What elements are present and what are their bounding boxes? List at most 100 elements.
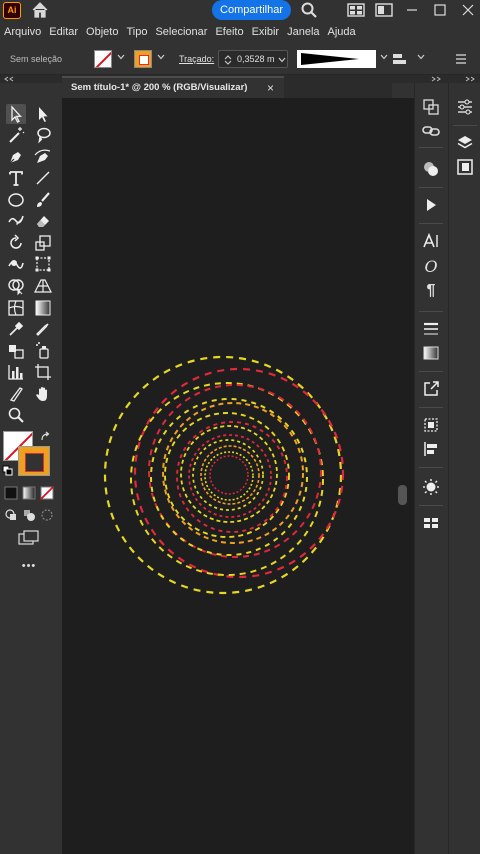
draw-normal-icon[interactable] — [4, 508, 18, 522]
pen-tool-icon[interactable] — [6, 147, 26, 167]
draw-behind-icon[interactable] — [22, 508, 36, 522]
measure-icon[interactable] — [33, 319, 53, 339]
eraser-icon[interactable] — [33, 211, 53, 231]
minimize-icon[interactable] — [402, 1, 422, 19]
stroke-weight-value[interactable]: 0,3528 m — [237, 54, 275, 64]
export-panel-icon[interactable] — [421, 379, 441, 399]
workspace-icon[interactable] — [374, 1, 394, 19]
type-tool-icon[interactable] — [6, 168, 26, 188]
vertical-scrollbar[interactable] — [392, 98, 414, 854]
libraries-panel-icon[interactable] — [455, 157, 475, 177]
edit-toolbar-icon[interactable]: ••• — [18, 560, 40, 572]
stroke-panel-icon[interactable] — [421, 319, 441, 339]
align-panel-icon[interactable] — [421, 439, 441, 459]
line-tool-icon[interactable] — [33, 168, 53, 188]
stroke-color-swatch[interactable] — [134, 50, 152, 68]
menu-tipo[interactable]: Tipo — [122, 22, 151, 42]
scrollbar-thumb[interactable] — [398, 485, 407, 505]
stepper-arrows-icon[interactable] — [223, 54, 233, 66]
free-transform-icon[interactable] — [33, 254, 53, 274]
slice-tool-icon[interactable] — [6, 384, 26, 404]
menu-editar[interactable]: Editar — [45, 22, 82, 42]
document-tab[interactable]: Sem título-1* @ 200 % (RGB/Visualizar) × — [62, 76, 284, 98]
opentype-panel-icon[interactable]: O — [421, 257, 441, 277]
paragraph-panel-icon[interactable]: ¶ — [421, 281, 441, 301]
direct-selection-tool-icon[interactable] — [33, 104, 53, 124]
close-tab-icon[interactable]: × — [267, 81, 274, 95]
dashed-spiral-artwork[interactable] — [62, 98, 392, 854]
eyedropper-icon[interactable] — [6, 319, 26, 339]
chevron-down-icon[interactable] — [117, 54, 125, 60]
stroke-color-large-swatch[interactable] — [18, 446, 50, 476]
menu-ajuda[interactable]: Ajuda — [324, 22, 360, 42]
actions-play-icon[interactable] — [421, 195, 441, 215]
brushes-panel-icon[interactable] — [421, 477, 441, 497]
shaper-tool-icon[interactable] — [6, 211, 26, 231]
rotate-tool-icon[interactable] — [6, 233, 26, 253]
collapse-arrows-icon[interactable] — [3, 76, 15, 82]
screen-mode-icon[interactable] — [18, 530, 40, 546]
hand-tool-icon[interactable] — [33, 384, 53, 404]
character-panel-icon[interactable] — [421, 231, 441, 251]
menu-objeto[interactable]: Objeto — [82, 22, 122, 42]
selection-tool-icon[interactable] — [6, 104, 26, 124]
chevron-down-icon[interactable] — [380, 54, 388, 60]
expand-arrows-icon[interactable] — [430, 76, 442, 82]
swap-colors-icon[interactable] — [40, 431, 52, 443]
fill-color-swatch[interactable] — [94, 50, 112, 68]
perspective-grid-icon[interactable] — [33, 276, 53, 296]
ellipse-tool-icon[interactable] — [6, 190, 26, 210]
color-mode-icon[interactable] — [4, 486, 18, 500]
expand-arrows-icon[interactable] — [464, 76, 476, 82]
scale-tool-icon[interactable] — [33, 233, 53, 253]
artboard-tool-icon[interactable] — [33, 362, 53, 382]
panel-divider — [419, 371, 443, 372]
gradient-tool-icon[interactable] — [33, 298, 53, 318]
paintbrush-icon[interactable] — [33, 190, 53, 210]
properties-panel-icon[interactable] — [455, 97, 475, 117]
stroke-weight-stepper[interactable]: 0,3528 m — [218, 50, 288, 68]
panel-divider — [419, 311, 443, 312]
width-profile-preview[interactable] — [297, 50, 376, 68]
shape-builder-icon[interactable] — [6, 276, 26, 296]
warp-tool-icon[interactable] — [6, 254, 26, 274]
menu-efeito[interactable]: Efeito — [211, 22, 247, 42]
default-colors-icon[interactable] — [2, 465, 14, 477]
home-icon[interactable] — [30, 1, 50, 19]
close-icon[interactable] — [458, 1, 478, 19]
share-button[interactable]: Compartilhar — [212, 0, 291, 20]
draw-inside-icon[interactable] — [40, 508, 54, 522]
none-mode-icon[interactable] — [40, 486, 54, 500]
menu-arquivo[interactable]: Arquivo — [0, 22, 45, 42]
symbol-sprayer-icon[interactable] — [33, 341, 53, 361]
document-tab-title[interactable]: Sem título-1* @ 200 % (RGB/Visualizar) — [71, 82, 247, 93]
appearance-panel-icon[interactable] — [421, 159, 441, 179]
lasso-icon[interactable] — [33, 125, 53, 145]
panel-menu-icon[interactable] — [453, 51, 469, 67]
arrange-documents-icon[interactable] — [346, 1, 366, 19]
chevron-down-icon[interactable] — [278, 57, 286, 63]
transform-panel-icon[interactable] — [421, 97, 441, 117]
magic-wand-icon[interactable] — [6, 125, 26, 145]
menu-exibir[interactable]: Exibir — [248, 22, 284, 42]
artboard-canvas[interactable] — [62, 98, 392, 854]
maximize-icon[interactable] — [430, 1, 450, 19]
chevron-down-icon[interactable] — [157, 54, 165, 60]
zoom-tool-icon[interactable] — [6, 405, 26, 425]
mesh-tool-icon[interactable] — [6, 298, 26, 318]
gradient-panel-icon[interactable] — [421, 343, 441, 363]
curvature-tool-icon[interactable] — [33, 147, 53, 167]
menu-selecionar[interactable]: Selecionar — [151, 22, 211, 42]
align-icon[interactable] — [391, 50, 409, 68]
layers-panel-icon[interactable] — [455, 133, 475, 153]
pathfinder-panel-icon[interactable] — [421, 415, 441, 435]
search-icon[interactable] — [299, 1, 319, 19]
swatches-panel-icon[interactable] — [421, 513, 441, 533]
gradient-mode-icon[interactable] — [22, 486, 36, 500]
column-graph-icon[interactable] — [6, 362, 26, 382]
menu-janela[interactable]: Janela — [283, 22, 323, 42]
stroke-label[interactable]: Traçado: — [179, 54, 214, 64]
chevron-down-icon[interactable] — [417, 54, 425, 60]
blend-tool-icon[interactable] — [6, 341, 26, 361]
links-panel-icon[interactable] — [421, 121, 441, 141]
